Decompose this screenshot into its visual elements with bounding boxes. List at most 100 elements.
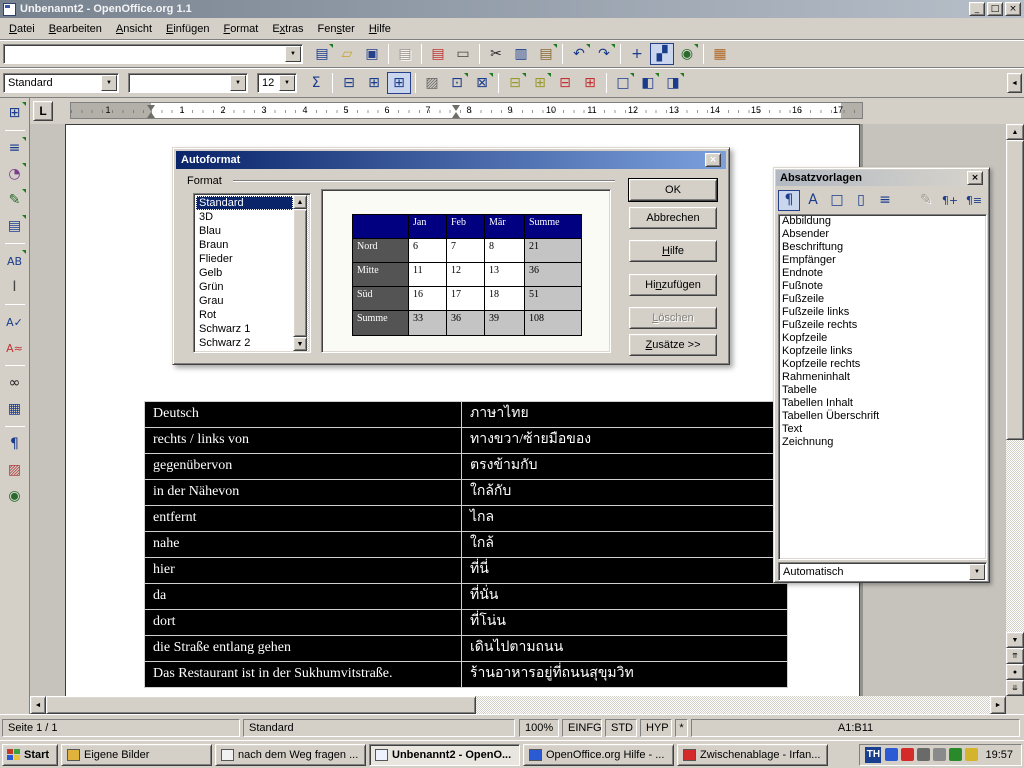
doc-cell-german[interactable]: dort [145, 610, 461, 635]
style-list-item[interactable]: Abbildung [779, 215, 986, 228]
style-list-item[interactable]: Tabellen Inhalt [779, 397, 986, 410]
doc-cell-german[interactable]: die Straße entlang gehen [145, 636, 461, 661]
doc-cell-german[interactable]: nahe [145, 532, 461, 557]
maximize-button[interactable]: □ [987, 2, 1003, 16]
style-list[interactable]: AbbildungAbsenderBeschriftungEmpfängerEn… [778, 214, 987, 560]
copy-icon[interactable]: ▥ [509, 43, 533, 65]
next-page-icon[interactable]: ⇊ [1006, 680, 1024, 696]
style-list-item[interactable]: Kopfzeile rechts [779, 358, 986, 371]
page-styles-icon[interactable]: ▯ [850, 190, 872, 211]
graphics-tool-icon[interactable] [965, 748, 978, 761]
scroll-thumb[interactable] [293, 209, 307, 337]
right-margin-marker[interactable] [452, 112, 460, 118]
insert-object-icon[interactable]: ◔ [3, 162, 27, 186]
save-document-icon[interactable]: ▣ [360, 43, 384, 65]
style-list-item[interactable]: Endnote [779, 267, 986, 280]
numbering-styles-icon[interactable]: ≡ [874, 190, 896, 211]
undo-icon[interactable]: ↶ [567, 43, 591, 65]
paragraph-styles-icon[interactable]: ¶ [778, 190, 800, 211]
doc-cell-thai[interactable]: ที่โน่น [462, 610, 787, 635]
doc-cell-thai[interactable]: ที่นั่น [462, 584, 787, 609]
scroll-down-icon[interactable]: ▼ [293, 337, 307, 351]
vertical-scrollbar[interactable]: ▲ ▼ ⇈ ● ⇊ [1006, 124, 1024, 696]
document-table[interactable]: Deutschภาษาไทยrechts / links vonทางขวา/ซ… [144, 401, 788, 688]
task-button[interactable]: Zwischenablage - Irfan... [677, 744, 828, 766]
doc-cell-german[interactable]: in der Nähevon [145, 480, 461, 505]
hilfe-button[interactable]: Hilfe [629, 240, 717, 262]
doc-cell-thai[interactable]: ภาษาไทย [462, 402, 787, 427]
tab-type-selector[interactable]: L [33, 101, 53, 121]
openoffice-quickstarter-icon[interactable] [885, 748, 898, 761]
font-name-combobox[interactable]: ▼ [128, 73, 248, 93]
style-list-item[interactable]: Fußzeile [779, 293, 986, 306]
doc-cell-thai[interactable]: ไกล [462, 506, 787, 531]
export-pdf-icon[interactable]: ▤ [426, 43, 450, 65]
insert-fields-icon[interactable]: ≡ [3, 136, 27, 160]
frame-styles-icon[interactable]: □ [826, 190, 848, 211]
style-filter-combobox[interactable]: Automatisch ▼ [778, 562, 987, 581]
status-page[interactable]: Seite 1 / 1 [2, 719, 240, 737]
minimize-button[interactable]: _ [969, 2, 985, 16]
dropdown-arrow-icon[interactable]: ▼ [230, 75, 246, 91]
table-borders-icon[interactable]: ⊡ [445, 72, 469, 94]
abbrechen-button[interactable]: Abbrechen [629, 207, 717, 229]
status-hyperlink-mode[interactable]: HYP [640, 719, 672, 737]
dropdown-arrow-icon[interactable]: ▼ [279, 75, 295, 91]
gallery-icon[interactable]: ▦ [708, 43, 732, 65]
volume-icon[interactable] [917, 748, 930, 761]
style-list-item[interactable]: Empfänger [779, 254, 986, 267]
previous-page-icon[interactable]: ⇈ [1006, 648, 1024, 664]
optimize-table-icon[interactable]: ◧ [636, 72, 660, 94]
style-list-item[interactable]: Kopfzeile [779, 332, 986, 345]
print-file-icon[interactable]: ▭ [451, 43, 475, 65]
delete-row-icon[interactable]: ⊟ [553, 72, 577, 94]
unmerge-cells-icon[interactable]: ⊞ [387, 72, 411, 94]
navigator-icon[interactable]: + [625, 43, 649, 65]
scroll-down-icon[interactable]: ▼ [1006, 632, 1024, 648]
scroll-up-icon[interactable]: ▲ [1006, 124, 1024, 140]
dropdown-arrow-icon[interactable]: ▼ [285, 46, 301, 62]
direct-cursor-icon[interactable]: I [3, 275, 27, 299]
table-format-icon[interactable]: ◨ [661, 72, 685, 94]
doc-cell-german[interactable]: hier [145, 558, 461, 583]
scroll-right-icon[interactable]: ► [990, 696, 1006, 714]
format-list-item[interactable]: Standard [196, 196, 293, 210]
menu-datei[interactable]: Datei [2, 20, 42, 38]
delete-column-icon[interactable]: ⊞ [578, 72, 602, 94]
language-indicator[interactable]: TH [865, 747, 881, 763]
antivirus-icon[interactable] [901, 748, 914, 761]
online-layout-icon[interactable]: ◉ [3, 484, 27, 508]
format-list-item[interactable]: Grün [196, 280, 293, 294]
style-list-item[interactable]: Tabellen Überschrift [779, 410, 986, 423]
menu-format[interactable]: Format [216, 20, 265, 38]
update-icon[interactable] [949, 748, 962, 761]
status-zoom[interactable]: 100% [519, 719, 559, 737]
style-list-item[interactable]: Tabelle [779, 384, 986, 397]
status-selection-mode[interactable]: STD [605, 719, 637, 737]
menu-extras[interactable]: Extras [265, 20, 310, 38]
horizontal-ruler[interactable]: 1 1234567891011121314151617 [70, 102, 863, 119]
style-list-item[interactable]: Fußzeile rechts [779, 319, 986, 332]
format-list-item[interactable]: Blau [196, 224, 293, 238]
task-button[interactable]: nach dem Weg fragen ... [215, 744, 366, 766]
doc-cell-thai[interactable]: เดินไปตามถนน [462, 636, 787, 661]
doc-cell-thai[interactable]: ที่นี่ [462, 558, 787, 583]
open-document-icon[interactable]: ▱ [335, 43, 359, 65]
scroll-left-icon[interactable]: ◄ [30, 696, 46, 714]
format-list-item[interactable]: Gelb [196, 266, 293, 280]
scroll-up-icon[interactable]: ▲ [293, 195, 307, 209]
style-list-item[interactable]: Kopfzeile links [779, 345, 986, 358]
format-list-item[interactable]: Rot [196, 308, 293, 322]
new-style-from-selection-icon[interactable]: ¶+ [939, 190, 961, 211]
format-list-item[interactable]: Braun [196, 238, 293, 252]
form-functions-icon[interactable]: ▤ [3, 214, 27, 238]
character-styles-icon[interactable]: A [802, 190, 824, 211]
data-sources-icon[interactable]: ▦ [3, 397, 27, 421]
split-cells-icon[interactable]: ⊞ [362, 72, 386, 94]
doc-cell-thai[interactable]: ทางขวา/ซ้ายมือของ [462, 428, 787, 453]
format-list-item[interactable]: Grau [196, 294, 293, 308]
redo-icon[interactable]: ↷ [592, 43, 616, 65]
paragraph-style-combobox[interactable]: Standard ▼ [3, 73, 119, 93]
right-indent-marker[interactable] [452, 105, 460, 111]
menu-hilfe[interactable]: Hilfe [362, 20, 398, 38]
